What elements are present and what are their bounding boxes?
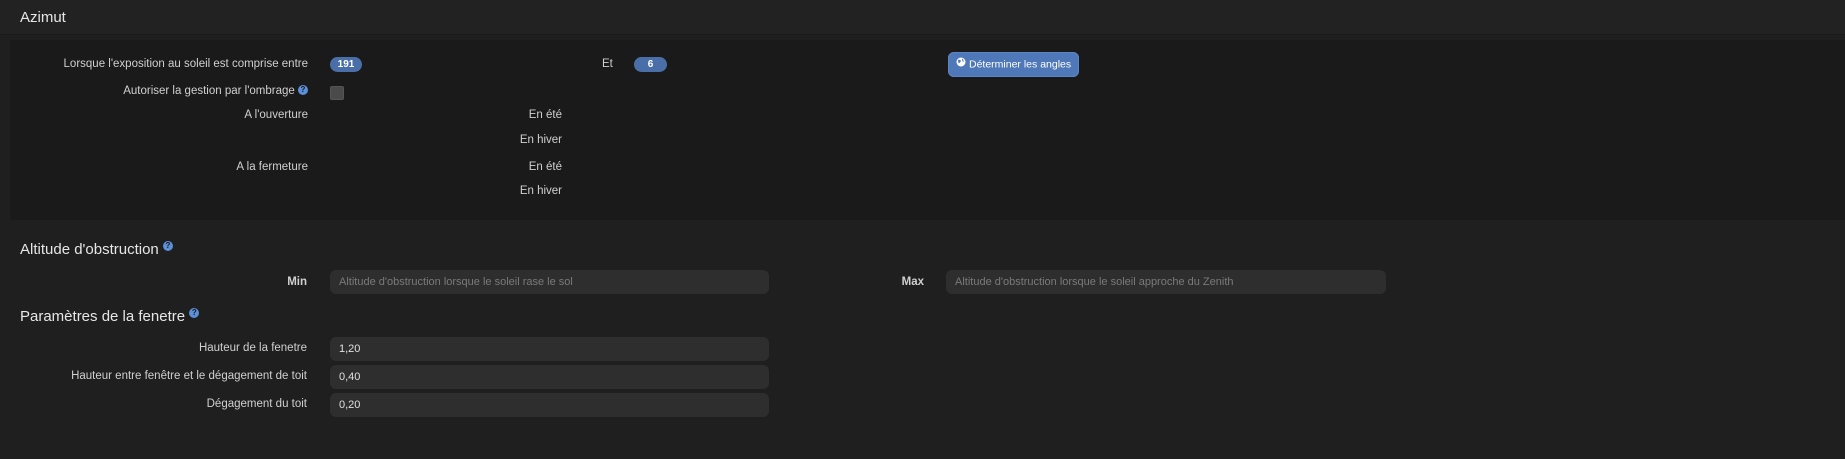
shading-label: Autoriser la gestion par l'ombrage ? bbox=[123, 85, 308, 97]
azimut-title: Azimut bbox=[20, 9, 66, 26]
obstruction-min-input[interactable] bbox=[330, 270, 769, 294]
window-height-label: Hauteur de la fenetre bbox=[198, 342, 307, 354]
help-circle-icon[interactable]: ? bbox=[189, 308, 200, 318]
closing-winter-label: En hiver bbox=[519, 185, 562, 197]
opening-label: A l'ouverture bbox=[244, 109, 308, 121]
closing-label: A la fermeture bbox=[236, 161, 308, 173]
shading-checkbox[interactable] bbox=[330, 86, 344, 100]
exposure-from-badge[interactable]: 191 bbox=[330, 57, 362, 72]
globe-icon bbox=[956, 52, 966, 77]
obstruction-min-label: Min bbox=[287, 276, 307, 288]
window-title-text: Paramètres de la fenetre bbox=[20, 308, 186, 325]
obstruction-title-text: Altitude d'obstruction bbox=[20, 241, 159, 258]
exposure-label: Lorsque l'exposition au soleil est compr… bbox=[63, 58, 308, 70]
and-label: Et bbox=[602, 58, 613, 70]
window-title: Paramètres de la fenetre ? bbox=[20, 308, 200, 325]
obstruction-max-input[interactable] bbox=[946, 270, 1386, 294]
window-gap-input[interactable] bbox=[330, 365, 769, 389]
help-circle-icon[interactable]: ? bbox=[162, 241, 173, 251]
help-circle-icon[interactable]: ? bbox=[298, 85, 308, 95]
closing-summer-label: En été bbox=[528, 161, 562, 173]
determine-angles-button[interactable]: Déterminer les angles bbox=[948, 52, 1080, 77]
azimut-header-bar bbox=[0, 0, 1845, 35]
window-gap-label: Hauteur entre fenêtre et le dégagement d… bbox=[71, 370, 307, 382]
opening-summer-label: En été bbox=[528, 109, 562, 121]
opening-winter-label: En hiver bbox=[519, 134, 562, 146]
window-height-input[interactable] bbox=[330, 337, 769, 361]
obstruction-max-label: Max bbox=[901, 276, 924, 288]
shading-label-text: Autoriser la gestion par l'ombrage bbox=[123, 85, 295, 97]
exposure-to-badge[interactable]: 6 bbox=[634, 57, 667, 72]
roof-clearance-label: Dégagement du toit bbox=[206, 398, 307, 410]
roof-clearance-input[interactable] bbox=[330, 393, 769, 417]
determine-angles-label: Déterminer les angles bbox=[969, 58, 1072, 71]
obstruction-title: Altitude d'obstruction ? bbox=[20, 241, 173, 258]
